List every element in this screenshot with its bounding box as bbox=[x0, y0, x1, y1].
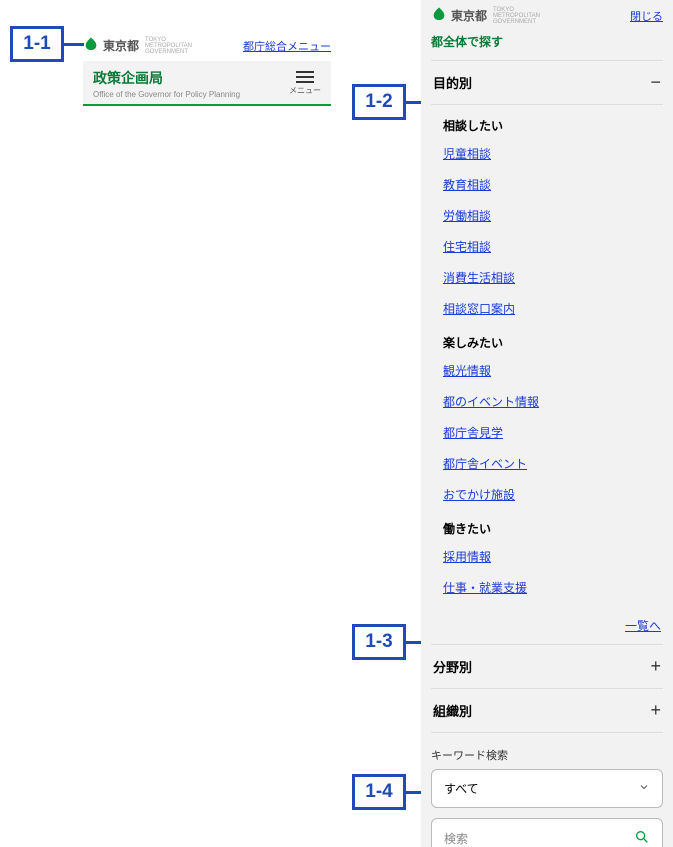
hamburger-icon bbox=[296, 71, 314, 83]
menu-link[interactable]: 都庁舎イベント bbox=[443, 448, 663, 479]
logo-subtext: TOKYO METROPOLITAN GOVERNMENT bbox=[493, 7, 540, 25]
menu-link[interactable]: 消費生活相談 bbox=[443, 262, 663, 293]
minus-icon: − bbox=[650, 72, 661, 93]
accordion-label: 組織別 bbox=[433, 701, 472, 720]
chevron-down-icon bbox=[638, 781, 650, 796]
menu-link[interactable]: 労働相談 bbox=[443, 200, 663, 231]
plus-icon: + bbox=[650, 656, 661, 677]
callout-1-3: 1-3 bbox=[352, 624, 406, 660]
top-menu-link[interactable]: 都庁総合メニュー bbox=[243, 38, 331, 54]
accordion-label: 分野別 bbox=[433, 657, 472, 676]
keyword-search-label: キーワード検索 bbox=[431, 747, 663, 763]
keyword-search-section: キーワード検索 すべて bbox=[431, 747, 663, 847]
plus-icon: + bbox=[650, 700, 661, 721]
search-scope-select[interactable]: すべて bbox=[431, 769, 663, 808]
list-link-row: 一覧へ bbox=[431, 611, 663, 645]
department-title-block: 政策企画局 Office of the Governor for Policy … bbox=[93, 68, 240, 99]
search-input-wrap bbox=[431, 818, 663, 847]
menu-link[interactable]: 教育相談 bbox=[443, 169, 663, 200]
logo-text: 東京都 bbox=[451, 7, 487, 24]
close-link[interactable]: 閉じる bbox=[630, 8, 663, 24]
menu-button[interactable]: メニュー bbox=[289, 71, 321, 96]
tokyo-logo[interactable]: 東京都 TOKYO METROPOLITAN GOVERNMENT bbox=[83, 36, 192, 55]
callout-1-4: 1-4 bbox=[352, 774, 406, 810]
menu-link[interactable]: 仕事・就業支援 bbox=[443, 572, 663, 603]
select-value: すべて bbox=[444, 780, 479, 797]
callout-1-2: 1-2 bbox=[352, 84, 406, 120]
callout-line bbox=[406, 641, 422, 644]
callout-line bbox=[406, 101, 422, 104]
callout-1-1: 1-1 bbox=[10, 26, 64, 62]
department-title: 政策企画局 bbox=[93, 68, 240, 88]
leaf-icon bbox=[83, 36, 99, 55]
group-heading: 楽しみたい bbox=[443, 324, 663, 355]
accordion-header-org[interactable]: 組織別 + bbox=[431, 689, 663, 733]
accordion-label: 目的別 bbox=[433, 73, 472, 92]
group-heading: 相談したい bbox=[443, 107, 663, 138]
logo-subtext: TOKYO METROPOLITAN GOVERNMENT bbox=[145, 37, 192, 55]
accordion-header-purpose[interactable]: 目的別 − bbox=[431, 61, 663, 105]
drawer-top-row: 東京都 TOKYO METROPOLITAN GOVERNMENT 閉じる bbox=[431, 6, 663, 25]
search-icon[interactable] bbox=[634, 829, 650, 847]
leaf-icon bbox=[431, 6, 447, 25]
menu-link[interactable]: 児童相談 bbox=[443, 138, 663, 169]
left-header-row: 東京都 TOKYO METROPOLITAN GOVERNMENT 都庁総合メニ… bbox=[83, 36, 331, 55]
callout-line bbox=[64, 43, 84, 46]
menu-link[interactable]: 観光情報 bbox=[443, 355, 663, 386]
search-heading: 都全体で探す bbox=[431, 33, 663, 50]
menu-link[interactable]: 都のイベント情報 bbox=[443, 386, 663, 417]
accordion-header-field[interactable]: 分野別 + bbox=[431, 645, 663, 689]
search-input[interactable] bbox=[444, 832, 609, 846]
menu-link[interactable]: 住宅相談 bbox=[443, 231, 663, 262]
list-all-link[interactable]: 一覧へ bbox=[625, 619, 661, 633]
group-heading: 働きたい bbox=[443, 510, 663, 541]
menu-link[interactable]: 都庁舎見学 bbox=[443, 417, 663, 448]
menu-link[interactable]: おでかけ施設 bbox=[443, 479, 663, 510]
menu-link[interactable]: 相談窓口案内 bbox=[443, 293, 663, 324]
logo-text: 東京都 bbox=[103, 37, 139, 54]
drawer-panel: 東京都 TOKYO METROPOLITAN GOVERNMENT 閉じる 都全… bbox=[421, 0, 673, 847]
left-header-area: 東京都 TOKYO METROPOLITAN GOVERNMENT 都庁総合メニ… bbox=[83, 36, 331, 106]
callout-line bbox=[406, 791, 422, 794]
drawer-tokyo-logo[interactable]: 東京都 TOKYO METROPOLITAN GOVERNMENT bbox=[431, 6, 540, 25]
menu-label: メニュー bbox=[289, 85, 321, 96]
accordion-body-purpose: 相談したい児童相談教育相談労働相談住宅相談消費生活相談相談窓口案内楽しみたい観光… bbox=[431, 105, 663, 611]
accordion: 目的別 − 相談したい児童相談教育相談労働相談住宅相談消費生活相談相談窓口案内楽… bbox=[431, 60, 663, 733]
department-bar: 政策企画局 Office of the Governor for Policy … bbox=[83, 61, 331, 106]
department-subtitle: Office of the Governor for Policy Planni… bbox=[93, 90, 240, 99]
menu-link[interactable]: 採用情報 bbox=[443, 541, 663, 572]
